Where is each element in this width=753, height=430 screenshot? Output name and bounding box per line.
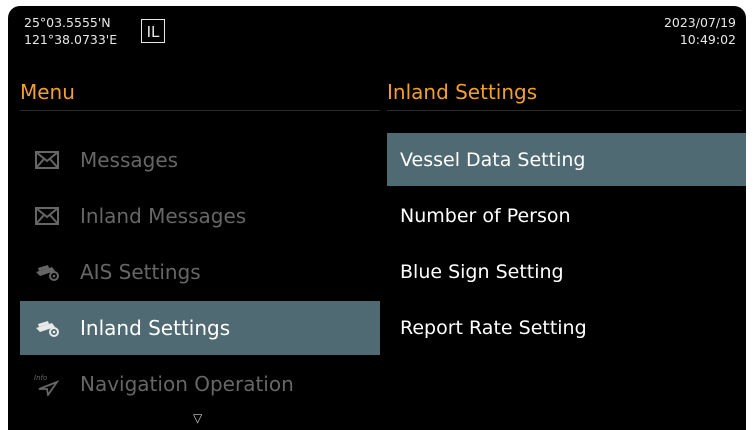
submenu-item-label: Vessel Data Setting — [400, 148, 586, 171]
submenu-item-label: Blue Sign Setting — [400, 260, 564, 283]
menu-item-ais-settings[interactable]: AIS Settings — [20, 245, 380, 299]
submenu-item-label: Number of Person — [400, 204, 571, 227]
envelope-icon — [34, 149, 60, 171]
datetime-readout: 2023/07/19 10:49:02 — [664, 14, 736, 48]
menu-divider — [20, 110, 380, 111]
device-screen: 25°03.5555'N 121°38.0733'E IL 2023/07/19… — [8, 6, 746, 430]
scroll-down-indicator[interactable]: ▽ — [193, 411, 202, 425]
menu-item-label: Inland Messages — [80, 204, 247, 228]
menu-item-inland-messages[interactable]: Inland Messages — [20, 189, 380, 243]
submenu-item-report-rate-setting[interactable]: Report Rate Setting — [387, 301, 746, 354]
ship-gear-icon — [34, 317, 60, 339]
menu-item-messages[interactable]: Messages — [20, 133, 380, 187]
status-bar: 25°03.5555'N 121°38.0733'E IL 2023/07/19… — [8, 6, 746, 66]
latitude: 25°03.5555'N — [24, 15, 111, 30]
menu-item-label: AIS Settings — [80, 260, 201, 284]
time: 10:49:02 — [679, 32, 736, 47]
menu-item-label: Navigation Operation — [80, 372, 294, 396]
submenu-divider — [387, 110, 742, 111]
longitude: 121°38.0733'E — [24, 32, 118, 47]
menu-item-navigation-operation[interactable]: Info Navigation Operation — [20, 357, 380, 411]
menu-item-inland-settings[interactable]: Inland Settings — [20, 301, 380, 355]
submenu-item-label: Report Rate Setting — [400, 316, 587, 339]
svg-text:Info: Info — [34, 374, 47, 382]
info-navigation-icon: Info — [34, 373, 60, 396]
submenu-item-number-of-person[interactable]: Number of Person — [387, 189, 746, 242]
mode-indicator: IL — [141, 19, 165, 43]
submenu-item-blue-sign-setting[interactable]: Blue Sign Setting — [387, 245, 746, 298]
ship-gear-icon — [34, 261, 60, 283]
submenu-title: Inland Settings — [387, 80, 538, 104]
menu-title: Menu — [20, 80, 75, 104]
date: 2023/07/19 — [663, 15, 736, 30]
menu-item-label: Inland Settings — [80, 316, 231, 340]
submenu-item-vessel-data-setting[interactable]: Vessel Data Setting — [387, 133, 746, 186]
position-readout: 25°03.5555'N 121°38.0733'E — [24, 14, 117, 48]
menu-item-label: Messages — [80, 148, 179, 172]
envelope-icon — [34, 205, 60, 227]
